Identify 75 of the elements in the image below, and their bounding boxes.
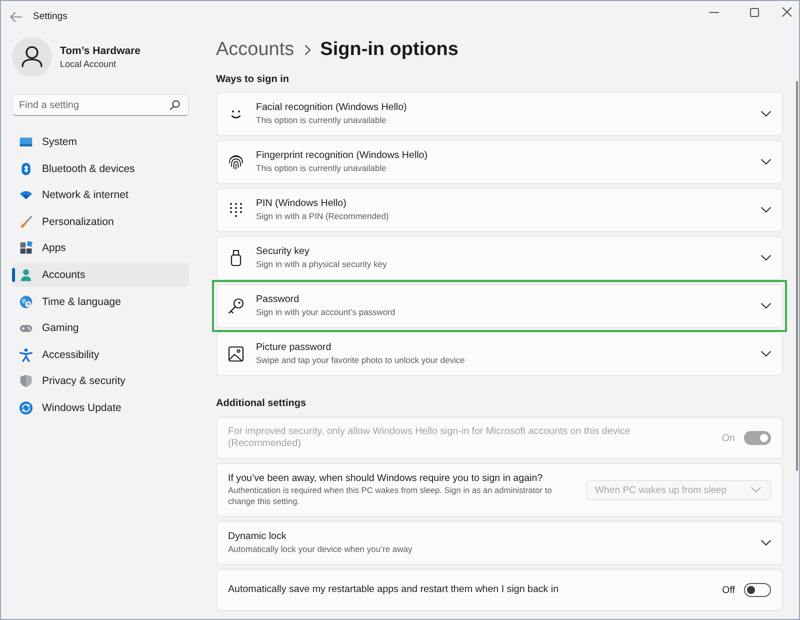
page-title: Sign-in options xyxy=(320,38,458,62)
sign-in-option-card[interactable]: Picture password Swipe and tap your favorite photo to unlock your device xyxy=(216,332,783,376)
nav-item[interactable]: Network & internet xyxy=(12,183,189,208)
option-description: Swipe and tap your favorite photo to unlock your device xyxy=(256,354,466,366)
keypad-dots-icon xyxy=(228,202,244,218)
nav-item[interactable]: Bluetooth & devices xyxy=(12,156,189,181)
breadcrumb-link[interactable]: Accounts xyxy=(216,38,294,62)
setting-title: For improved security, only allow Windows Hello sign-in for Microsoft accounts on this device (Recommended) xyxy=(228,426,632,450)
option-description: Sign in with a PIN (Recommended) xyxy=(256,210,390,222)
option-title: PIN (Windows Hello) xyxy=(256,198,348,211)
setting-card[interactable]: Dynamic lock Automatically lock your device when you’re away xyxy=(216,521,783,565)
scrollbar-thumb[interactable] xyxy=(796,81,798,471)
monitor-icon xyxy=(19,135,33,149)
account-name: Tom’s Hardware xyxy=(60,44,141,58)
section-heading: Ways to sign in xyxy=(216,73,290,87)
sign-in-option-card[interactable]: Facial recognition (Windows Hello) This option is currently unavailable xyxy=(216,92,783,136)
chevron-right-icon xyxy=(305,45,312,55)
close-icon[interactable] xyxy=(782,7,792,17)
sign-in-option-card[interactable]: Password Sign in with your account’s password xyxy=(216,284,783,328)
usb-key-icon xyxy=(228,250,244,266)
chevron-down-icon[interactable] xyxy=(761,351,771,357)
nav-item[interactable]: Privacy & security xyxy=(12,369,189,394)
toggle-switch[interactable] xyxy=(744,583,771,597)
search-field[interactable]: Find a setting xyxy=(12,94,189,116)
back-arrow-icon[interactable] xyxy=(10,12,22,22)
chevron-down-icon[interactable] xyxy=(761,207,771,213)
apps-grid-icon xyxy=(19,241,33,256)
sign-in-option-card[interactable]: Fingerprint recognition (Windows Hello) This option is currently unavailable xyxy=(216,140,783,184)
nav-item[interactable]: Personalization xyxy=(12,210,189,234)
chevron-down-icon[interactable] xyxy=(761,303,771,309)
option-title: Password xyxy=(256,294,300,307)
option-title: Facial recognition (Windows Hello) xyxy=(256,102,408,115)
sign-in-option-card[interactable]: Security key Sign in with a physical security key xyxy=(216,236,783,280)
chevron-down-icon[interactable] xyxy=(761,111,771,117)
avatar-icon xyxy=(12,37,52,77)
accessibility-figure-icon xyxy=(19,348,33,362)
nav-item[interactable]: Time & language xyxy=(12,290,189,314)
key-icon xyxy=(228,298,244,314)
sync-arrows-icon xyxy=(19,400,33,415)
nav-item[interactable]: System xyxy=(12,130,189,154)
option-description: This option is currently unavailable xyxy=(256,114,388,126)
chevron-down-icon[interactable] xyxy=(761,540,771,546)
paintbrush-icon xyxy=(19,214,33,229)
picture-frame-icon xyxy=(228,346,244,362)
person-icon xyxy=(19,268,33,282)
toggle-state-label: Off xyxy=(722,584,735,596)
chevron-down-icon[interactable] xyxy=(761,159,771,165)
nav-item[interactable]: Windows Update xyxy=(12,396,189,420)
fingerprint-icon xyxy=(228,154,244,170)
globe-icon xyxy=(19,294,33,309)
setting-description: Authentication is required when this PC wakes from sleep. Sign in as an administrator to change this setting. xyxy=(228,485,553,508)
nav-item[interactable]: Apps xyxy=(12,236,189,260)
section-heading: Additional settings xyxy=(216,397,307,411)
setting-title: Automatically save my restartable apps and restart them when I sign back in xyxy=(228,584,560,596)
nav-item[interactable]: Gaming xyxy=(12,316,189,340)
toggle-state-label: On xyxy=(722,432,735,444)
search-icon[interactable] xyxy=(170,100,180,110)
option-description: Sign in with a physical security key xyxy=(256,258,388,270)
chevron-down-icon[interactable] xyxy=(761,255,771,261)
option-title: Security key xyxy=(256,246,310,259)
option-title: Fingerprint recognition (Windows Hello) xyxy=(256,150,429,163)
option-description: This option is currently unavailable xyxy=(256,162,388,174)
window-title: Settings xyxy=(33,11,68,22)
option-description: Sign in with your account’s password xyxy=(256,306,396,318)
setting-title: If you’ve been away, when should Windows require you to sign in again? xyxy=(228,472,544,486)
nav-item[interactable]: Accessibility xyxy=(12,342,189,367)
setting-description: Automatically lock your device when you’re away xyxy=(228,544,414,555)
shield-icon xyxy=(19,374,33,388)
setting-title: Dynamic lock xyxy=(228,531,288,544)
nav-item[interactable]: Accounts xyxy=(12,262,189,287)
maximize-icon[interactable] xyxy=(750,8,759,16)
account-type: Local Account xyxy=(60,58,118,70)
bluetooth-icon xyxy=(19,162,33,176)
sign-in-option-card[interactable]: PIN (Windows Hello) Sign in with a PIN (Recommended) xyxy=(216,188,783,232)
option-title: Picture password xyxy=(256,342,332,355)
